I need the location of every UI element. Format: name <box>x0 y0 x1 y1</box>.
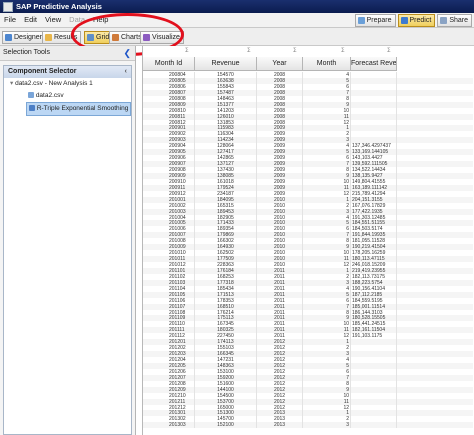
sidebar-title: Selection Tools <box>3 49 50 56</box>
tree-item-dataset-label: data2.csv <box>35 92 64 99</box>
cell-month: 3 <box>303 422 351 429</box>
prepare-label: Prepare <box>366 17 392 24</box>
tree-item-analysis-label: data2.csv - New Analysis 1 <box>15 80 93 87</box>
sidebar-header: Selection Tools ❮ <box>0 46 135 61</box>
cell-forecast-revenue <box>351 422 397 429</box>
predict-button[interactable]: Predict <box>397 14 436 27</box>
data-grid: ∑ ∑ ∑ ∑ ∑ Month Id Revenue Year Month Fo… <box>142 46 474 435</box>
algorithm-icon <box>29 105 35 112</box>
tree-item-algorithm-label: R-Triple Exponential Smoothing <box>36 105 129 112</box>
numeric-type-icon: ∑ <box>247 47 251 53</box>
panel-collapse-icon[interactable]: ‹ <box>125 66 127 78</box>
header-year[interactable]: Year <box>257 57 303 71</box>
window-title: SAP Predictive Analysis <box>16 2 102 11</box>
header-revenue[interactable]: Revenue <box>195 57 257 71</box>
prepare-button[interactable]: Prepare <box>354 14 396 27</box>
predict-icon <box>400 17 408 24</box>
share-icon <box>440 17 448 24</box>
cell-year: 2013 <box>257 422 303 429</box>
component-selector: Component Selector ‹ ▾ data2.csv - New A… <box>3 65 132 435</box>
prepare-icon <box>357 17 365 24</box>
cell-revenue: 152100 <box>195 422 257 429</box>
dataset-icon <box>28 92 34 99</box>
share-button[interactable]: Share <box>437 14 472 27</box>
cell-month-id: 201303 <box>143 422 195 429</box>
designer-button[interactable]: Designer <box>2 31 47 44</box>
grid-rows: 200804 154570 2008 4 200805 163638 2008 5 200806… <box>143 72 473 429</box>
menu-edit[interactable]: Edit <box>20 13 41 27</box>
predict-label: Predict <box>409 17 432 24</box>
mode-buttons: Prepare Predict Share <box>354 14 472 27</box>
numeric-type-icon: ∑ <box>293 47 297 53</box>
designer-icon <box>5 34 12 41</box>
grid-header: Month Id Revenue Year Month Forecast Rev… <box>143 57 397 71</box>
title-bar: SAP Predictive Analysis <box>0 0 474 13</box>
tree-item-algorithm[interactable]: R-Triple Exponential Smoothing <box>26 102 131 116</box>
tree-expand-icon: ▾ <box>10 80 14 87</box>
menu-view[interactable]: View <box>41 13 65 27</box>
component-selector-title: Component Selector <box>8 68 77 75</box>
tree-item-analysis[interactable]: ▾ data2.csv - New Analysis 1 <box>4 78 131 90</box>
numeric-type-icon: ∑ <box>341 47 345 53</box>
share-label: Share <box>449 17 468 24</box>
results-icon <box>45 34 52 41</box>
designer-label: Designer <box>14 34 43 41</box>
header-month[interactable]: Month <box>303 57 351 71</box>
app-icon <box>3 2 13 12</box>
tree-item-dataset[interactable]: data2.csv <box>4 90 131 102</box>
menu-file[interactable]: File <box>0 13 20 27</box>
sidebar: Selection Tools ❮ Component Selector ‹ ▾… <box>0 46 136 435</box>
collapse-icon[interactable]: ❮ <box>123 46 131 60</box>
component-selector-header: Component Selector ‹ <box>4 66 131 78</box>
table-row[interactable]: 201303 152100 2013 3 <box>143 422 473 429</box>
numeric-type-icon: ∑ <box>387 47 391 53</box>
header-forecast-revenue[interactable]: Forecast Reve... <box>351 57 397 71</box>
column-type-icons: ∑ ∑ ∑ ∑ ∑ <box>143 46 474 57</box>
numeric-type-icon: ∑ <box>185 47 189 53</box>
header-month-id[interactable]: Month Id <box>143 57 195 71</box>
